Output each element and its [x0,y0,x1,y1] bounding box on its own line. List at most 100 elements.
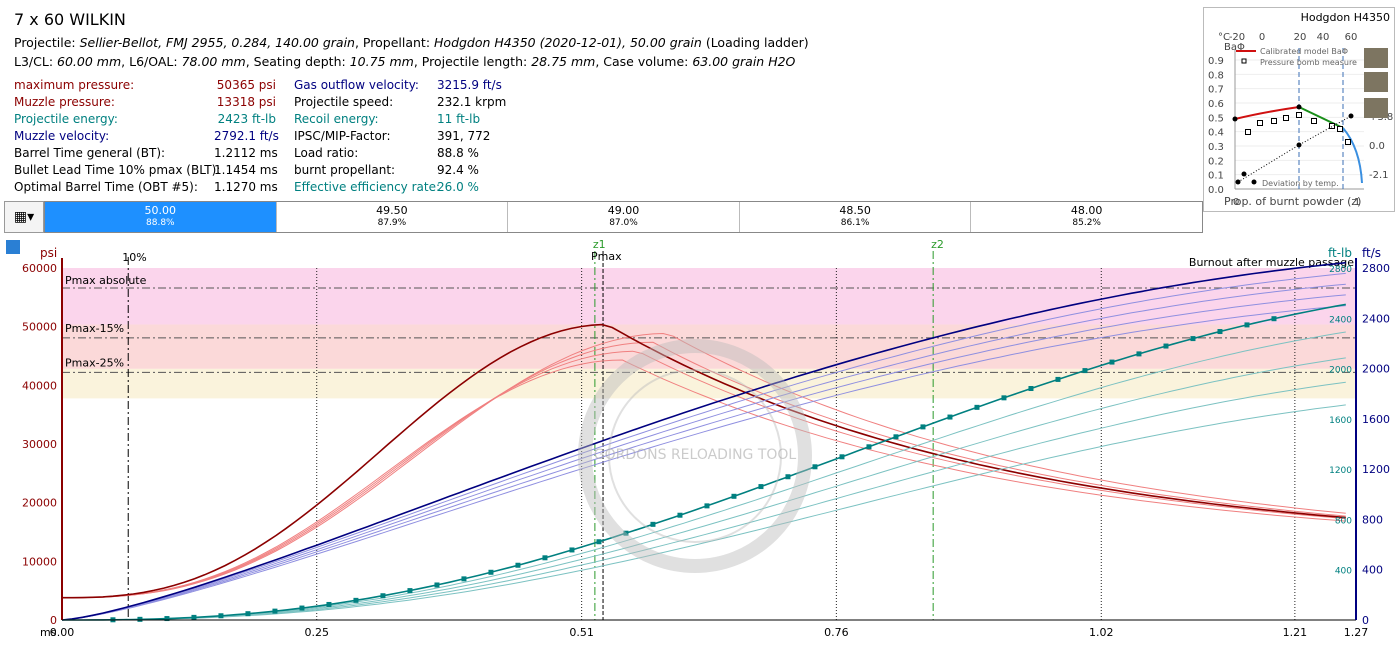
y-tick-psi: 40000 [22,379,57,392]
burn-rate-mini-chart[interactable]: Hodgdon H4350 BaΦ °C -20 0 20 40 60 0.9 0.8 0.7 0.6… [1203,7,1395,212]
ladder-cell[interactable]: 49.00 87.0% [508,202,740,232]
ladder-ratio: 87.0% [609,218,638,228]
mini-bomb-point [1271,118,1277,124]
energy-marker [650,521,656,527]
result-label: Projectile energy: [14,112,118,126]
y-tick-fts: 1200 [1362,463,1390,476]
mini-y-tick: 0.8 [1208,70,1224,81]
y-tick-fts: 2400 [1362,312,1390,325]
energy-marker [326,601,332,607]
mini-y-tick: 0.1 [1208,171,1224,182]
result-row: Recoil energy: 11 ft-lb [294,111,527,128]
main-chart-svg: Pmax absolutePmax-15%Pmax-25%10%z1Pmaxz2… [6,238,1390,639]
result-label: Recoil energy: [294,112,379,126]
projectile-value: Sellier-Bellot, FMJ 2955, 0.284, 140.00 … [79,35,355,50]
label-pmax: Pmax [591,250,622,263]
mini-chart-title: Hodgdon H4350 [1301,11,1390,24]
loading-ladder: ▦▾ 50.00 88.8% 49.50 87.9% 49.00 87.0% 48.50 86… [4,201,1396,233]
result-value: 2423 ft-lb [217,112,276,126]
energy-marker [1271,316,1277,322]
result-label: IPSC/MIP-Factor: [294,129,391,143]
energy-marker [1163,343,1169,349]
ladder-charge: 48.00 [1070,204,1103,217]
energy-ladder-curve [62,404,1346,621]
mini-y-tick: 0.0 [1208,185,1224,196]
mini-legend-swatch [1241,58,1247,64]
result-value: 3215.9 ft/s [437,78,502,92]
result-label: Muzzle velocity: [14,129,110,143]
result-value: 1.2112 ms [214,146,278,160]
result-row: burnt propellant: 92.4 % [294,162,527,179]
result-row: Load ratio: 88.8 % [294,145,527,162]
mini-temp-tick: 20 [1294,32,1307,43]
energy-marker [812,464,818,470]
main-chart[interactable]: Pmax absolute Pmax-15% Pmax-25% 10% z1 Pmax z2… [0,237,1400,650]
result-row: Gas outflow velocity: 3215.9 ft/s [294,77,527,94]
mini-bomb-point [1311,118,1317,124]
mini-bomb-point [1245,129,1251,135]
result-value: 26.0 % [437,180,479,194]
energy-marker [137,616,143,622]
result-label: maximum pressure: [14,78,135,92]
energy-marker [1136,351,1142,357]
energy-marker [569,547,575,553]
mini-temp-tick: 40 [1317,32,1330,43]
y-tick-psi: 60000 [22,262,57,275]
energy-marker [407,588,413,594]
energy-marker [353,597,359,603]
ladder-cell[interactable]: 48.00 85.2% [971,202,1202,232]
ladder-menu-button[interactable]: ▦▾ [4,201,44,233]
projectile-length-value: 28.75 mm [531,54,596,69]
mini-right-tick: -2.1 [1369,170,1389,181]
ladder-cell[interactable]: 49.50 87.9% [277,202,509,232]
y-tick-psi: 10000 [22,555,57,568]
ladder-charge: 49.00 [607,204,640,217]
energy-marker [272,608,278,614]
ladder-cell[interactable]: 48.50 86.1% [740,202,972,232]
unit-psi: psi [40,246,57,260]
y-tick-psi: 20000 [22,497,57,510]
energy-marker [947,414,953,420]
ladder-ratio: 85.2% [1072,218,1101,228]
y-tick-psi: 30000 [22,438,57,451]
mini-point [1251,179,1257,185]
energy-marker [488,569,494,575]
mini-point [1348,113,1354,119]
energy-marker [1055,376,1061,382]
energy-ladder-curve [62,381,1346,621]
watermark-text: GORDONS RELOADING TOOL [594,447,797,463]
mini-legend-model: Calibrated model BaΦ [1260,47,1348,56]
result-label: Muzzle pressure: [14,95,115,109]
unit-fts: ft/s [1362,246,1381,260]
mini-deviation-line [1237,115,1352,183]
mini-temp-tick: 60 [1345,32,1358,43]
label-10pct: 10% [122,251,146,264]
ladder-cell[interactable]: 50.00 88.8% [45,202,277,232]
energy-marker [1190,336,1196,342]
result-row: Effective efficiency rate:26.0 % [294,179,527,196]
ladder-ratio: 88.8% [146,218,175,228]
y-tick-ftlb: 2000 [1329,366,1352,376]
mini-point [1232,116,1238,122]
energy-marker [596,539,602,545]
mini-bomb-point [1257,120,1263,126]
result-row: IPSC/MIP-Factor: 391, 772 [294,128,527,145]
energy-marker [893,434,899,440]
mini-right-tick: 0.0 [1369,141,1385,152]
ladder-ratio: 86.1% [840,218,870,228]
result-value: 50365 psi [216,78,276,92]
energy-marker [542,555,548,561]
seating-depth-value: 10.75 mm [349,54,414,69]
result-row: maximum pressure: 50365 psi [14,77,276,94]
x-tick: 0.25 [304,626,329,639]
energy-marker [1001,395,1007,401]
x-tick: 1.02 [1089,626,1114,639]
band-pmax-25 [62,368,1356,399]
y-tick-ftlb: 1600 [1329,416,1352,426]
energy-marker [1109,359,1115,365]
result-value: 2792.1 ft/s [214,129,279,143]
result-row: Muzzle velocity: 2792.1 ft/s [14,128,279,145]
result-label: Projectile speed: [294,95,394,109]
case-volume-value: 63.00 grain H2O [692,54,796,69]
energy-marker [380,593,386,599]
